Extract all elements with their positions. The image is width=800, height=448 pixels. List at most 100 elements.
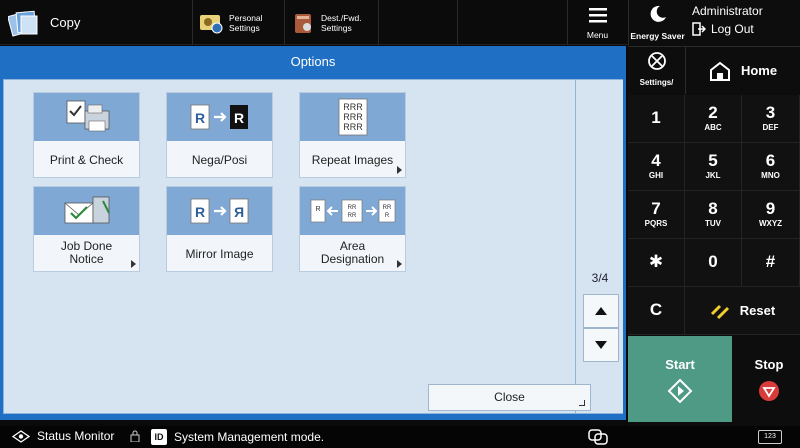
dest-fwd-settings-button[interactable]: Dest./Fwd. Settings [284,0,378,45]
stop-label: Stop [754,357,784,372]
key-9[interactable]: 9 WXYZ [742,191,800,239]
home-button[interactable]: Home [686,46,800,94]
energy-saver-label: Energy Saver [630,31,685,41]
menu-label: Menu [586,30,609,40]
stop-icon [759,381,779,401]
key-hash[interactable]: # [742,239,800,287]
key-letters: MNO [761,171,780,180]
logout-label: Log Out [711,22,754,36]
top-bar: Copy Personal Settings Dest./Fwd. Settin… [0,0,628,45]
key-digit: 8 [708,199,718,218]
keyboard-toggle-button[interactable]: 123 [758,430,782,444]
svg-text:R: R [194,110,204,126]
option-label: Nega/Posi [191,153,248,167]
key-digit: 3 [765,103,776,122]
system-mode-text: System Management mode. [174,430,325,444]
reset-icon [710,304,729,319]
sync-icon[interactable] [587,428,609,446]
key-0[interactable]: 0 [685,239,742,287]
logout-button[interactable]: Log Out [692,22,800,36]
printer-check-icon [34,93,139,141]
personal-settings-icon [200,14,223,33]
stop-button[interactable]: Stop [738,336,800,422]
copy-app-button[interactable]: Copy [0,0,120,45]
address-book-icon [295,13,311,33]
key-digit: 6 [765,151,776,170]
mirror-image-icon: R R [167,187,272,235]
scroll-column [576,79,623,414]
key-digit: # [765,252,776,271]
option-job-done-notice[interactable]: Job Done Notice [33,186,140,272]
start-label: Start [665,357,695,372]
settings-registration-button[interactable]: Settings/ Registration [628,46,686,105]
option-label: Print & Check [49,153,124,167]
numeric-keypad: 1 2 ABC 3 DEF 4 GHI 5 JKL 6 MNO 7 PQRS 8 TUV 9W… [628,95,800,335]
scroll-down-button[interactable] [583,328,619,362]
scroll-up-button[interactable] [583,294,619,328]
right-panel: Energy Saver Administrator Log Out Setti… [628,0,800,448]
close-button[interactable]: Close [428,384,591,411]
key-digit: 4 [651,151,661,170]
menu-button[interactable]: Menu [567,0,627,45]
reset-button[interactable]: Reset [685,287,800,335]
key-letters: GHI [648,171,664,180]
page-indicator: 3/4 [591,271,609,285]
svg-text:RR: RR [347,205,356,211]
key-5[interactable]: 5 JKL [685,143,742,191]
svg-text:R: R [194,204,204,220]
key-digit: 2 [708,103,718,122]
submenu-arrow-icon [397,260,402,268]
status-monitor-button[interactable]: Status Monitor [12,429,114,443]
svg-text:RRR: RRR [343,102,363,112]
option-mirror-image[interactable]: R R Mirror Image [166,186,273,272]
key-8[interactable]: 8 TUV [685,191,742,239]
key-7[interactable]: 7 PQRS [628,191,685,239]
energy-saver-button[interactable]: Energy Saver [628,0,686,45]
key-digit: 0 [708,252,718,271]
user-info: Administrator Log Out [692,4,800,36]
svg-text:R: R [384,213,389,219]
svg-text:RRR: RRR [343,112,363,122]
start-button[interactable]: Start [628,336,732,422]
submenu-arrow-icon [131,260,136,268]
key-digit: C [649,300,663,319]
option-repeat-images[interactable]: RRR RRR RRR Repeat Images [299,92,406,178]
status-bar: Status Monitor ID System Management mode… [0,426,800,448]
option-label: Job Done Notice [60,239,113,266]
svg-text:RR: RR [382,205,391,211]
panel-title: Options [290,54,336,69]
svg-text:R: R [233,204,243,220]
personal-settings-button[interactable]: Personal Settings [192,0,284,45]
key-2[interactable]: 2 ABC [685,95,742,143]
home-icon [709,61,730,81]
key-4[interactable]: 4 GHI [628,143,685,191]
corner-arrow-icon [579,400,585,406]
key-letters: TUV [705,219,721,228]
moon-icon [650,5,666,22]
dest-fwd-settings-label: Dest./Fwd. Settings [321,12,362,33]
key-clear[interactable]: C [628,287,685,335]
hamburger-menu-icon [588,8,607,23]
key-1[interactable]: 1 [628,95,685,143]
key-digit: 5 [708,151,718,170]
id-badge: ID [151,429,167,445]
home-label: Home [740,63,778,78]
option-label: Area Designation [320,239,385,266]
key-asterisk[interactable]: ✱ [628,239,685,287]
option-nega-posi[interactable]: R R Nega/Posi [166,92,273,178]
repeat-images-icon: RRR RRR RRR [300,93,405,141]
reset-label: Reset [739,303,776,318]
key-6[interactable]: 6 MNO [742,143,800,191]
nega-posi-icon: R R [167,93,272,141]
start-diamond-icon [667,378,693,404]
option-print-and-check[interactable]: Print & Check [33,92,140,178]
key-digit: 1 [651,108,661,127]
option-area-designation[interactable]: R RR RR RR R Area Designation [299,186,406,272]
email-notice-icon [34,187,139,235]
key-3[interactable]: 3 DEF [742,95,800,143]
empty-shortcut-slot [378,0,458,45]
key-digit: ✱ [648,252,664,271]
svg-text:RRR: RRR [343,122,363,132]
key-letters: WXYZ [758,219,783,228]
key-letters: JKL [705,171,721,180]
